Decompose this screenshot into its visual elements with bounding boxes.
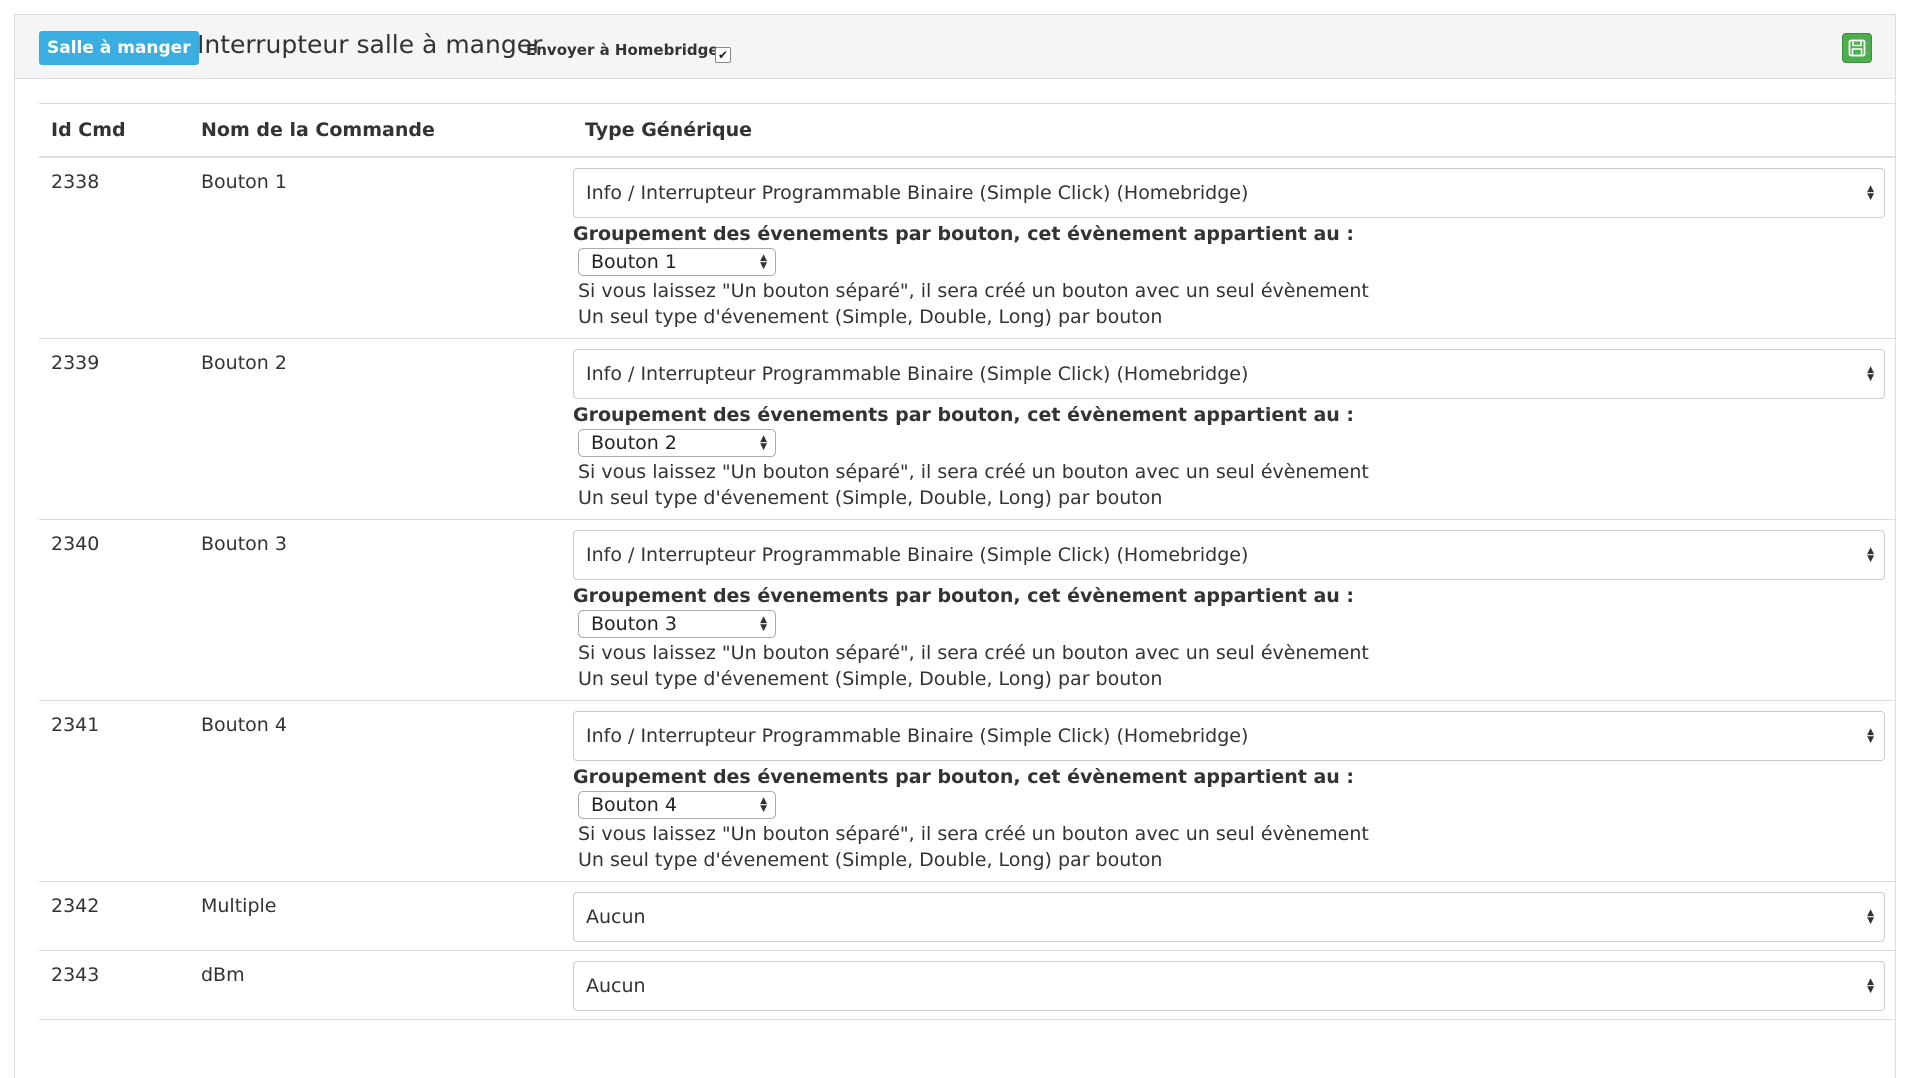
button-group-value: Bouton 2 [591,432,677,454]
help-text-1: Si vous laissez "Un bouton séparé", il s… [578,280,1369,302]
cmd-name: dBm [189,950,573,1020]
cmd-name: Bouton 3 [189,519,573,701]
cmd-name: Bouton 2 [189,338,573,520]
help-text-2: Un seul type d'évenement (Simple, Double… [578,306,1163,328]
button-group-value: Bouton 3 [591,613,677,635]
help-text-2: Un seul type d'évenement (Simple, Double… [578,487,1163,509]
cmd-name: Bouton 1 [189,157,573,339]
help-text-1: Si vous laissez "Un bouton séparé", il s… [578,823,1369,845]
generic-type-value: Aucun [586,975,646,997]
group-block: Bouton 3 ▲ ▼ Si vous laissez "Un bouton s… [573,608,1885,692]
help-text-1: Si vous laissez "Un bouton séparé", il s… [578,461,1369,483]
button-group-select[interactable]: Bouton 2 ▲ ▼ [578,429,776,457]
select-arrows-icon: ▲ ▼ [760,796,767,814]
generic-type-value: Aucun [586,906,646,928]
cmd-id: 2342 [39,881,189,951]
button-group-select[interactable]: Bouton 1 ▲ ▼ [578,248,776,276]
cmd-type-cell: Info / Interrupteur Programmable Binaire… [573,700,1895,882]
group-label: Groupement des évenements par bouton, ce… [573,766,1355,788]
help-text-1: Si vous laissez "Un bouton séparé", il s… [578,642,1369,664]
select-arrows-icon: ▲ ▼ [1867,727,1874,745]
generic-type-select[interactable]: Info / Interrupteur Programmable Binaire… [573,349,1885,399]
homebridge-label: Envoyer à Homebridge [526,41,719,59]
select-arrows-icon: ▲ ▼ [1867,977,1874,995]
panel-heading: Salle à manger Interrupteur salle à mang… [15,15,1895,79]
commands-table: Id Cmd Nom de la Commande Type Générique… [39,103,1895,1020]
col-id: Id Cmd [39,103,189,158]
generic-type-value: Info / Interrupteur Programmable Binaire… [586,544,1249,566]
cmd-id: 2341 [39,700,189,882]
generic-type-value: Info / Interrupteur Programmable Binaire… [586,182,1249,204]
generic-type-select[interactable]: Aucun ▲ ▼ [573,961,1885,1011]
generic-type-value: Info / Interrupteur Programmable Binaire… [586,725,1249,747]
group-block: Bouton 4 ▲ ▼ Si vous laissez "Un bouton s… [573,789,1885,873]
col-type: Type Générique [573,103,1895,158]
select-arrows-icon: ▲ ▼ [1867,365,1874,383]
cmd-id: 2339 [39,338,189,520]
select-arrows-icon: ▲ ▼ [760,434,767,452]
generic-type-select[interactable]: Info / Interrupteur Programmable Binaire… [573,530,1885,580]
select-arrows-icon: ▲ ▼ [1867,546,1874,564]
group-block: Bouton 1 ▲ ▼ Si vous laissez "Un bouton s… [573,246,1885,330]
button-group-value: Bouton 4 [591,794,677,816]
cmd-id: 2340 [39,519,189,701]
select-arrows-icon: ▲ ▼ [760,253,767,271]
table-row: 2343 dBm Aucun ▲ ▼ [39,950,1895,1020]
room-badge: Salle à manger [39,31,199,65]
button-group-select[interactable]: Bouton 4 ▲ ▼ [578,791,776,819]
table-row: 2338 Bouton 1 Info / Interrupteur Progra… [39,157,1895,339]
save-button[interactable] [1842,33,1872,63]
cmd-type-cell: Aucun ▲ ▼ [573,881,1895,951]
homebridge-checkbox[interactable]: ✔ [715,47,731,63]
generic-type-select[interactable]: Aucun ▲ ▼ [573,892,1885,942]
select-arrows-icon: ▲ ▼ [760,615,767,633]
table-row: 2342 Multiple Aucun ▲ ▼ [39,881,1895,951]
equipment-title: Interrupteur salle à manger [197,30,543,59]
generic-type-value: Info / Interrupteur Programmable Binaire… [586,363,1249,385]
cmd-type-cell: Info / Interrupteur Programmable Binaire… [573,519,1895,701]
cmd-type-cell: Info / Interrupteur Programmable Binaire… [573,157,1895,339]
group-label: Groupement des évenements par bouton, ce… [573,223,1355,245]
equipment-panel: Salle à manger Interrupteur salle à mang… [14,14,1896,1078]
group-label: Groupement des évenements par bouton, ce… [573,585,1355,607]
table-header-row: Id Cmd Nom de la Commande Type Générique [39,103,1895,158]
floppy-disk-icon [1848,39,1866,57]
help-text-2: Un seul type d'évenement (Simple, Double… [578,849,1163,871]
button-group-select[interactable]: Bouton 3 ▲ ▼ [578,610,776,638]
table-row: 2340 Bouton 3 Info / Interrupteur Progra… [39,519,1895,701]
cmd-name: Multiple [189,881,573,951]
group-block: Bouton 2 ▲ ▼ Si vous laissez "Un bouton s… [573,427,1885,511]
button-group-value: Bouton 1 [591,251,677,273]
cmd-id: 2338 [39,157,189,339]
cmd-type-cell: Aucun ▲ ▼ [573,950,1895,1020]
select-arrows-icon: ▲ ▼ [1867,184,1874,202]
group-label: Groupement des évenements par bouton, ce… [573,404,1355,426]
help-text-2: Un seul type d'évenement (Simple, Double… [578,668,1163,690]
table-row: 2339 Bouton 2 Info / Interrupteur Progra… [39,338,1895,520]
generic-type-select[interactable]: Info / Interrupteur Programmable Binaire… [573,711,1885,761]
table-row: 2341 Bouton 4 Info / Interrupteur Progra… [39,700,1895,882]
cmd-type-cell: Info / Interrupteur Programmable Binaire… [573,338,1895,520]
cmd-id: 2343 [39,950,189,1020]
col-name: Nom de la Commande [189,103,573,158]
select-arrows-icon: ▲ ▼ [1867,908,1874,926]
cmd-name: Bouton 4 [189,700,573,882]
generic-type-select[interactable]: Info / Interrupteur Programmable Binaire… [573,168,1885,218]
